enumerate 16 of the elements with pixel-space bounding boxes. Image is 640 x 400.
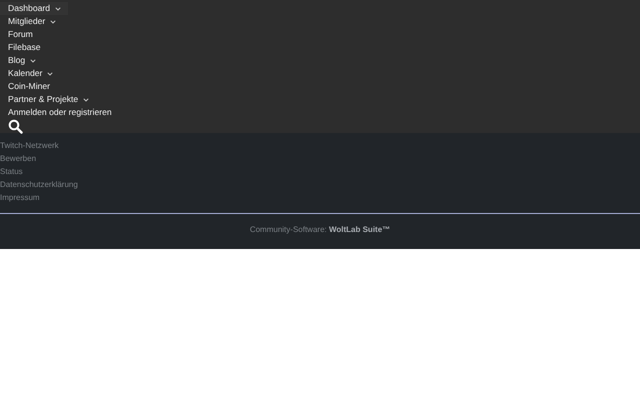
menu-item[interactable]: Mitglieder: [0, 15, 64, 28]
menu-item[interactable]: Anmelden oder registrieren: [0, 106, 120, 119]
search-icon[interactable]: [8, 119, 23, 134]
footer-link[interactable]: Impressum: [0, 191, 40, 204]
menu-item[interactable]: Kalender: [0, 67, 62, 80]
menu-item[interactable]: Filebase: [0, 41, 48, 54]
menu-item[interactable]: Coin-Miner: [0, 80, 58, 93]
footer-link[interactable]: Bewerben: [0, 152, 36, 165]
footer-link[interactable]: Datenschutzerklärung: [0, 178, 78, 191]
menu-item[interactable]: Partner & Projekte: [0, 93, 98, 106]
footer-link[interactable]: Status: [0, 165, 23, 178]
footer-link[interactable]: Twitch-Netzwerk: [0, 139, 59, 152]
copyright-text: Community-Software: WoltLab Suite™: [248, 224, 392, 234]
menu-item[interactable]: Blog: [0, 54, 44, 67]
menu-item[interactable]: Forum: [0, 28, 41, 41]
menu-item[interactable]: Dashboard: [0, 2, 68, 15]
